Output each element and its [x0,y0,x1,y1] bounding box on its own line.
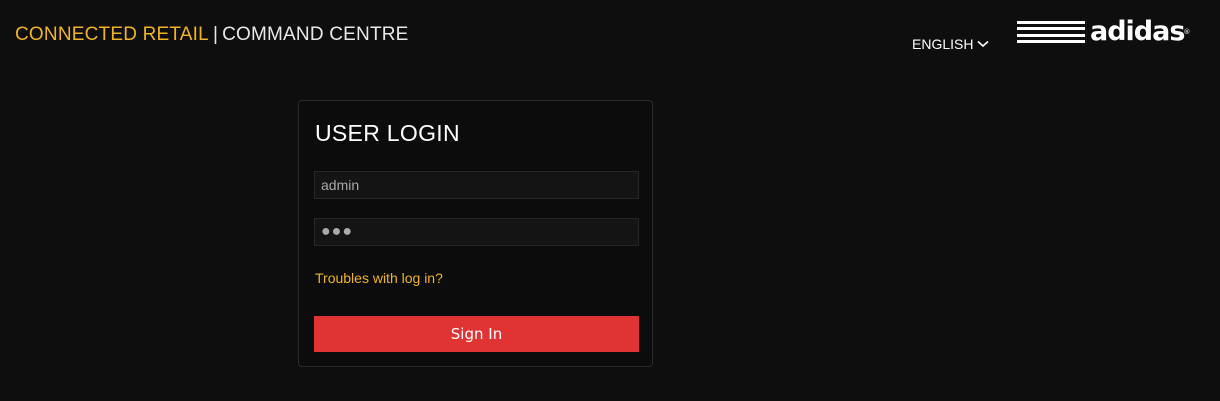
login-card: USER LOGIN Troubles with log in? Sign In [298,100,653,367]
password-input[interactable] [314,218,639,246]
login-page: CONNECTED RETAIL | COMMAND CENTRE ENGLISH … [0,0,1220,401]
chevron-down-icon [977,35,990,51]
logo-wordmark: adidas ® [1090,16,1190,47]
app-title: CONNECTED RETAIL | COMMAND CENTRE [15,24,409,46]
adidas-logo: adidas ® [1017,16,1190,47]
language-label: ENGLISH [912,36,974,52]
login-help-link[interactable]: Troubles with log in? [315,270,443,286]
brand-secondary-text: COMMAND CENTRE [222,24,409,45]
brand-primary-text: CONNECTED RETAIL [15,24,209,45]
sign-in-button[interactable]: Sign In [314,316,639,352]
three-stripes-logo-icon [1017,21,1085,43]
login-title: USER LOGIN [315,120,460,146]
brand-separator: | [212,24,219,45]
logo-registered-mark: ® [1183,28,1191,36]
logo-text: adidas [1090,16,1185,47]
username-input[interactable] [314,171,639,199]
language-selector[interactable]: ENGLISH [912,35,990,52]
